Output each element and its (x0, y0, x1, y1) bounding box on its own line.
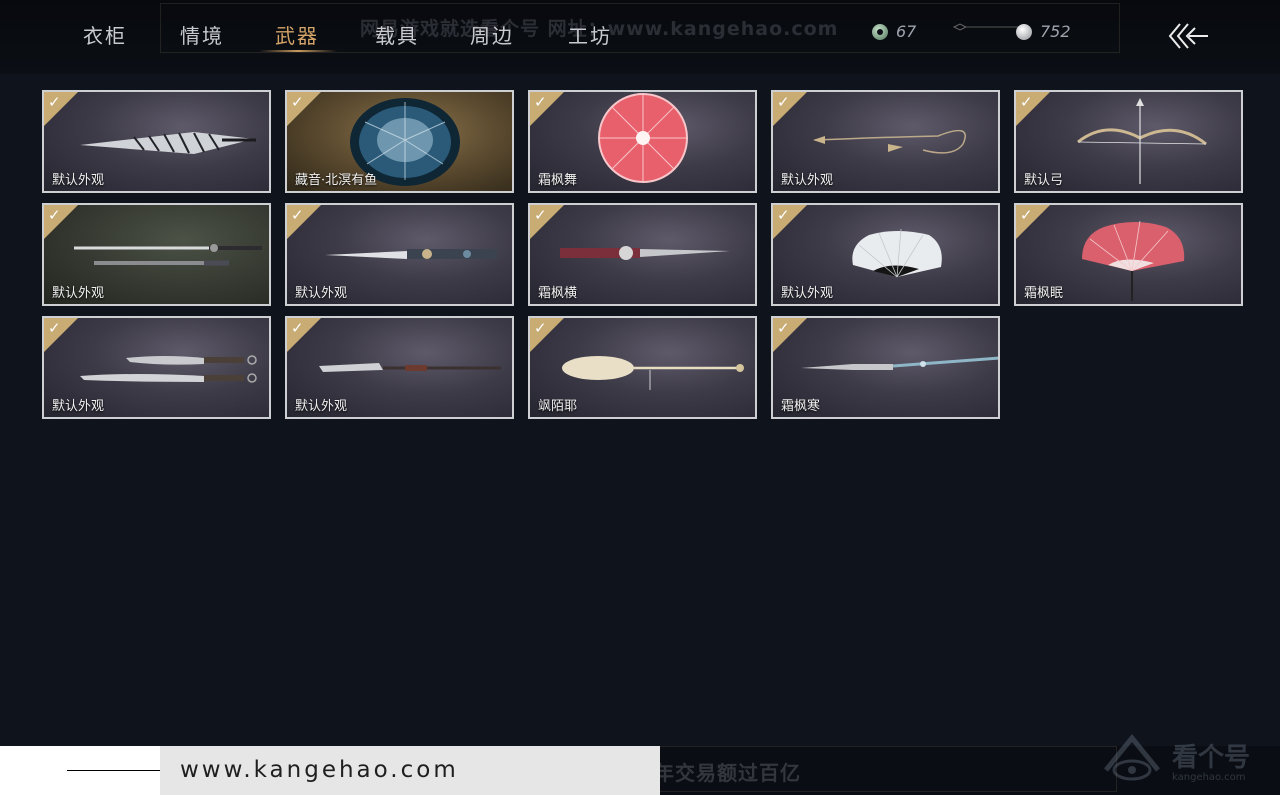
weapon-name: 默认外观 (52, 286, 105, 301)
tab-peripheral[interactable]: 周边 (470, 20, 514, 49)
weapon-name: 霜枫眠 (1024, 286, 1064, 301)
weapon-card[interactable]: ✓ 默认外观 (42, 316, 271, 419)
silver-currency-value: 752 (1040, 22, 1071, 41)
eye-logo-icon (1104, 734, 1160, 781)
check-icon: ✓ (1020, 206, 1033, 224)
weapon-card[interactable]: ✓ 默认外观 (42, 90, 271, 193)
check-icon: ✓ (291, 206, 304, 224)
brand-name: 看个号 (1172, 743, 1251, 773)
weapon-card[interactable]: ✓ 默认外观 (42, 203, 271, 306)
silver-currency: 752 (1016, 22, 1071, 41)
check-icon: ✓ (777, 93, 790, 111)
weapon-card[interactable]: ✓ 飒陌耶 (528, 316, 757, 419)
tab-scene[interactable]: 情境 (180, 20, 224, 49)
check-icon: ✓ (291, 93, 304, 111)
brand-url: kangehao.com (1172, 772, 1246, 783)
jade-currency: 67 (872, 22, 916, 41)
weapon-name: 默认外观 (52, 173, 105, 188)
check-icon: ✓ (48, 206, 61, 224)
jade-coin-icon (872, 23, 888, 40)
check-icon: ✓ (48, 93, 61, 111)
tab-workshop[interactable]: 工坊 (568, 20, 612, 49)
weapon-name: 默认外观 (781, 173, 834, 188)
check-icon: ✓ (777, 206, 790, 224)
weapon-card[interactable]: ✓ 默认弓 (1014, 90, 1243, 193)
weapon-name: 默认外观 (52, 399, 105, 414)
weapon-name: 霜枫舞 (538, 173, 578, 188)
jade-currency-value: 67 (896, 22, 917, 41)
weapon-card[interactable]: ✓ 默认外观 (285, 316, 514, 419)
weapon-name: 默认弓 (1024, 173, 1064, 188)
tab-wardrobe[interactable]: 衣柜 (83, 20, 127, 49)
weapon-card[interactable]: ✓ 霜枫横 (528, 203, 757, 306)
check-icon: ✓ (534, 319, 547, 337)
check-icon: ✓ (1020, 93, 1033, 111)
weapon-grid: ✓ 默认外观 ✓ 藏音·北溟有鱼 ✓ 霜枫舞 ✓ 默认外观 ✓ 默认弓 ✓ 默认… (42, 90, 1252, 419)
weapon-card[interactable]: ✓ 霜枫眠 (1014, 203, 1243, 306)
divider-ornament-icon (952, 23, 1020, 31)
back-arrow-icon[interactable] (1168, 22, 1210, 50)
weapon-name: 藏音·北溟有鱼 (295, 173, 378, 188)
check-icon: ✓ (777, 319, 790, 337)
weapon-name: 默认外观 (295, 286, 348, 301)
silver-coin-icon (1016, 23, 1032, 40)
weapon-card[interactable]: ✓ 默认外观 (285, 203, 514, 306)
weapon-name: 默认外观 (295, 399, 348, 414)
check-icon: ✓ (534, 93, 547, 111)
tab-vehicle[interactable]: 载具 (375, 20, 419, 49)
weapon-name: 飒陌耶 (538, 399, 578, 414)
check-icon: ✓ (291, 319, 304, 337)
tab-weapon[interactable]: 武器 (275, 20, 319, 49)
active-tab-indicator (259, 50, 337, 52)
divider-rule (67, 770, 165, 771)
weapon-card[interactable]: ✓ 藏音·北溟有鱼 (285, 90, 514, 193)
check-icon: ✓ (48, 319, 61, 337)
weapon-name: 霜枫横 (538, 286, 578, 301)
weapon-card[interactable]: ✓ 默认外观 (771, 203, 1000, 306)
weapon-name: 默认外观 (781, 286, 834, 301)
url-text: www.kangehao.com (180, 757, 459, 783)
weapon-card[interactable]: ✓ 默认外观 (771, 90, 1000, 193)
url-banner-left (0, 746, 165, 795)
weapon-name: 霜枫寒 (781, 399, 821, 414)
weapon-card[interactable]: ✓ 霜枫舞 (528, 90, 757, 193)
check-icon: ✓ (534, 206, 547, 224)
weapon-card[interactable]: ✓ 霜枫寒 (771, 316, 1000, 419)
